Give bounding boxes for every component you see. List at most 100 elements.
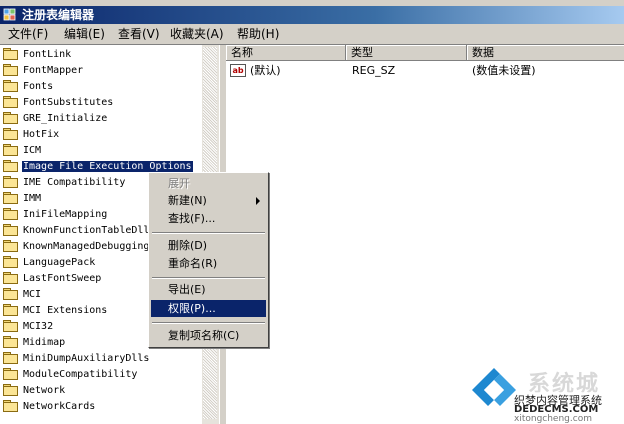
tree-item[interactable]: FontMapper (3, 63, 84, 79)
tree-item-label: MiniDumpAuxiliaryDlls (23, 353, 150, 364)
column-header-type[interactable]: 类型 (346, 45, 467, 61)
tree-item[interactable]: LastFontSweep (3, 271, 102, 287)
tree-item-label: Image File Execution Options (21, 160, 194, 173)
tree-item-label: Fonts (23, 81, 54, 92)
folder-icon (3, 399, 18, 412)
menu-file[interactable]: 文件(F) (8, 27, 48, 41)
column-header-data[interactable]: 数据 (467, 45, 624, 61)
folder-icon (3, 79, 18, 92)
column-header-name[interactable]: 名称 (226, 45, 346, 61)
folder-icon (3, 239, 18, 252)
menu-edit[interactable]: 编辑(E) (64, 27, 105, 41)
menu-favorites[interactable]: 收藏夹(A) (170, 27, 224, 41)
folder-icon (3, 335, 18, 348)
watermark-line3: xitongcheng.com (514, 414, 592, 424)
ctx-separator (152, 322, 265, 324)
tree-item-label: HotFix (23, 129, 60, 140)
ctx-find[interactable]: 查找(F)... (151, 210, 266, 227)
ctx-export[interactable]: 导出(E) (151, 281, 266, 298)
tree-item[interactable]: NetworkCards (3, 399, 96, 415)
value-name: (默认) (250, 64, 281, 77)
tree-item-label: ICM (23, 145, 42, 156)
ctx-new[interactable]: 新建(N) (151, 192, 266, 209)
tree-item-label: NetworkCards (23, 401, 96, 412)
submenu-arrow-icon (256, 197, 260, 205)
ctx-permissions[interactable]: 权限(P)... (151, 300, 266, 317)
folder-icon (3, 207, 18, 220)
folder-icon (3, 383, 18, 396)
tree-item-label: LastFontSweep (23, 273, 102, 284)
ctx-delete[interactable]: 删除(D) (151, 237, 266, 254)
menu-help[interactable]: 帮助(H) (237, 27, 279, 41)
tree-item[interactable]: LanguagePack (3, 255, 96, 271)
watermark: 系统城 织梦内容管理系统 DEDECMS.COM xitongcheng.com (470, 364, 624, 424)
tree-item-label: MCI Extensions (23, 305, 108, 316)
folder-icon (3, 287, 18, 300)
folder-icon (3, 223, 18, 236)
folder-icon (3, 303, 18, 316)
tree-item-label: Network (23, 385, 66, 396)
folder-icon (3, 191, 18, 204)
tree-item-label: KnownFunctionTableDlls (23, 225, 156, 236)
tree-item[interactable]: MiniDumpAuxiliaryDlls (3, 351, 150, 367)
folder-icon (3, 255, 18, 268)
folder-icon (3, 319, 18, 332)
tree-item-label: IMM (23, 193, 42, 204)
tree-item[interactable]: IniFileMapping (3, 207, 108, 223)
context-menu: 展开 新建(N) 查找(F)... 删除(D) 重命名(R) 导出(E) 权限(… (148, 172, 269, 348)
tree-item[interactable]: MCI Extensions (3, 303, 108, 319)
tree-item-label: IME Compatibility (23, 177, 126, 188)
tree-item-label: LanguagePack (23, 257, 96, 268)
tree-item[interactable]: Network (3, 383, 66, 399)
ctx-new-label: 新建(N) (168, 194, 207, 207)
folder-icon (3, 95, 18, 108)
folder-open-icon (3, 159, 18, 172)
ctx-expand: 展开 (168, 177, 190, 190)
ctx-rename[interactable]: 重命名(R) (151, 255, 266, 272)
regedit-app-icon (3, 8, 16, 21)
tree-item[interactable]: FontSubstitutes (3, 95, 114, 111)
tree-item[interactable]: Fonts (3, 79, 54, 95)
ctx-separator (152, 232, 265, 234)
value-row[interactable]: ab (默认) REG_SZ (数值未设置) (226, 63, 624, 79)
tree-item-label: ModuleCompatibility (23, 369, 138, 380)
tree-item[interactable]: Midimap (3, 335, 66, 351)
menu-view[interactable]: 查看(V) (118, 27, 160, 41)
tree-item[interactable]: MCI32 (3, 319, 54, 335)
tree-item[interactable]: ModuleCompatibility (3, 367, 138, 383)
tree-item-label: GRE_Initialize (23, 113, 108, 124)
window-title: 注册表编辑器 (22, 8, 95, 22)
tree-item-label: Midimap (23, 337, 66, 348)
menu-bar: 文件(F) 编辑(E) 查看(V) 收藏夹(A) 帮助(H) (0, 24, 624, 45)
tree-item[interactable]: KnownFunctionTableDlls (3, 223, 156, 239)
tree-item[interactable]: ICM (3, 143, 42, 159)
tree-item[interactable]: HotFix (3, 127, 60, 143)
folder-icon (3, 127, 18, 140)
ctx-copy-key-name[interactable]: 复制项名称(C) (151, 327, 266, 344)
folder-icon (3, 111, 18, 124)
value-type: REG_SZ (352, 64, 396, 77)
tree-item[interactable]: IME Compatibility (3, 175, 126, 191)
title-bar[interactable]: 注册表编辑器 (0, 6, 624, 24)
watermark-logo-icon (472, 368, 516, 406)
folder-icon (3, 63, 18, 76)
tree-item[interactable]: GRE_Initialize (3, 111, 108, 127)
tree-item[interactable]: IMM (3, 191, 42, 207)
tree-item-label: MCI32 (23, 321, 54, 332)
tree-item-label: FontMapper (23, 65, 84, 76)
ctx-separator (152, 277, 265, 279)
tree-item[interactable]: FontLink (3, 47, 72, 63)
string-value-icon: ab (230, 64, 246, 77)
tree-item-label: FontLink (23, 49, 72, 60)
folder-icon (3, 367, 18, 380)
value-data: (数值未设置) (472, 64, 536, 77)
tree-item-label: IniFileMapping (23, 209, 108, 220)
folder-icon (3, 351, 18, 364)
tree-item-label: FontSubstitutes (23, 97, 114, 108)
tree-item[interactable]: MCI (3, 287, 42, 303)
tree-item-label: MCI (23, 289, 42, 300)
folder-icon (3, 47, 18, 60)
folder-icon (3, 175, 18, 188)
folder-icon (3, 143, 18, 156)
folder-icon (3, 271, 18, 284)
